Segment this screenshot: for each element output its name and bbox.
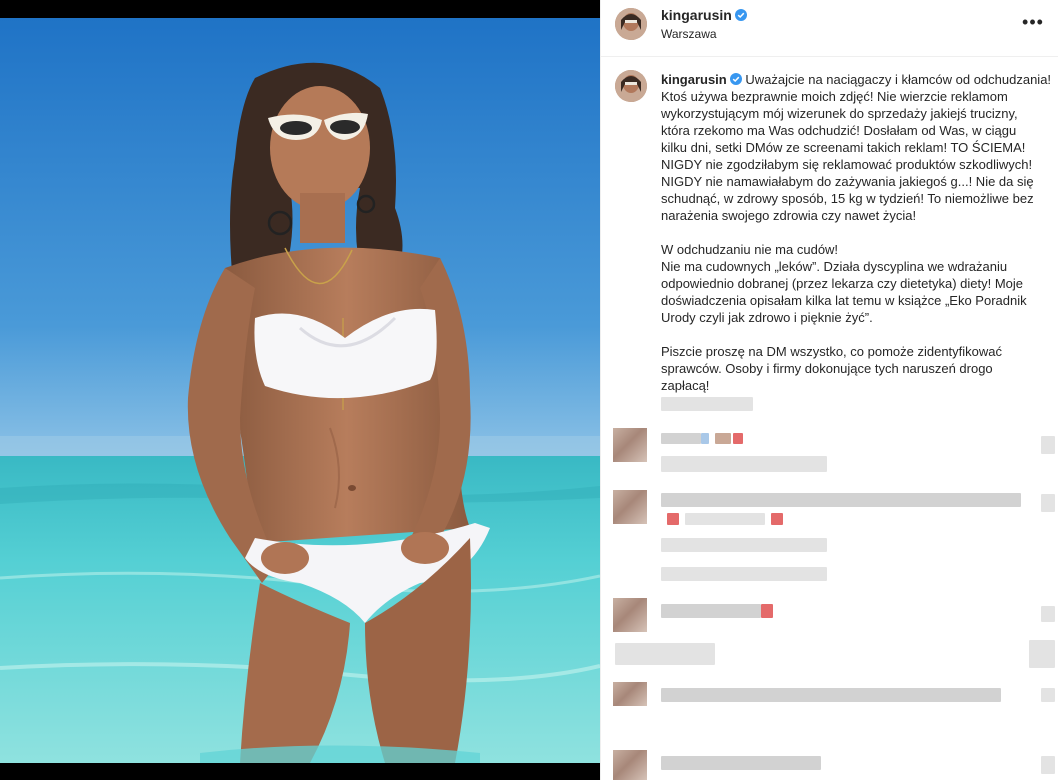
caption-text: Uważajcie na naciągaczy i kłamców od odc…	[745, 72, 1052, 87]
caption-line: W odchudzaniu nie ma cudów!	[661, 242, 839, 257]
post-caption: kingarusin Uważajcie na naciągaczy i kła…	[661, 71, 1051, 394]
commenter-avatar-pixelated[interactable]	[613, 682, 647, 706]
caption-line: Urody czyli jak zdrowo i pięknie żyć”.	[661, 310, 873, 325]
caption-line: NIGDY nie namawiałabym do zażywania jaki…	[661, 174, 1034, 189]
comment-emoji-pixelated	[701, 433, 709, 444]
caption-line: kingarusin Uważajcie na naciągaczy i kła…	[661, 71, 1051, 88]
commenter-avatar-pixelated[interactable]	[613, 490, 647, 524]
comment-like-icon-pixelated[interactable]	[1041, 494, 1055, 512]
caption-username[interactable]: kingarusin	[661, 72, 727, 87]
comment-like-icon-pixelated[interactable]	[1041, 756, 1055, 774]
comment-like-icon-pixelated[interactable]	[1041, 606, 1055, 622]
caption-line: kilku dni, setki DMów ze screenami takic…	[661, 140, 1026, 155]
caption-line: narażenia swojego zdrowia czy nawet życi…	[661, 208, 917, 223]
caption-timestamp-pixelated	[661, 397, 753, 411]
commenter-avatar-pixelated[interactable]	[613, 598, 647, 632]
comment-meta-pixelated	[661, 456, 827, 472]
caption-line: Piszcie proszę na DM wszystko, co pomoże…	[661, 344, 1003, 359]
comment-emoji-pixelated	[733, 433, 743, 444]
caption-line: schudnąć, w zdrowy sposób, 15 kg w tydzi…	[661, 191, 1034, 206]
caption-line: zapłacą!	[661, 378, 710, 393]
username-text[interactable]: kingarusin	[661, 7, 732, 23]
caption-line: która rzekomo ma Was odchudzić! Dosłałam…	[661, 123, 1017, 138]
comment-text-pixelated	[661, 433, 701, 444]
caption-author-avatar[interactable]	[615, 70, 647, 102]
view-replies-pixelated[interactable]	[661, 567, 827, 581]
comment-emoji-pixelated	[761, 604, 773, 618]
post-location[interactable]: Warszawa	[661, 27, 717, 41]
caption-line: Nie ma cudownych „leków”. Działa dyscypl…	[661, 259, 1008, 274]
comment-meta-pixelated	[661, 538, 827, 552]
comment-text-pixelated	[661, 604, 761, 618]
comment-emoji-pixelated	[715, 433, 731, 444]
caption-line: odpowiednio dobranej (przez lekarza czy …	[661, 276, 1024, 291]
comment-text-pixelated	[661, 493, 1021, 507]
post-header: kingarusin Warszawa •••	[601, 0, 1058, 57]
comment-emoji-pixelated	[667, 513, 679, 525]
comment-like-icon-pixelated[interactable]	[1041, 436, 1055, 454]
caption-line: sprawców. Osoby i firmy dokonujące tych …	[661, 361, 993, 376]
caption-line: doświadczenia opisałam kilka lat temu w …	[661, 293, 1027, 308]
commenter-avatar-pixelated[interactable]	[613, 428, 647, 462]
more-options-icon: •••	[1022, 11, 1044, 32]
author-username[interactable]: kingarusin	[661, 7, 747, 25]
post-photo[interactable]	[0, 0, 600, 780]
caption-line: wykorzystującym mój wizerunek do sprzeda…	[661, 106, 1018, 121]
post-side-panel: kingarusin Warszawa ••• kingarusin Uważa…	[600, 0, 1058, 780]
comment-like-icon-pixelated[interactable]	[1029, 640, 1055, 668]
comment-text-pixelated	[685, 513, 765, 525]
comment-emoji-pixelated	[771, 513, 783, 525]
caption-line: Ktoś używa bezprawnie moich zdjęć! Nie w…	[661, 89, 1008, 104]
commenter-avatar-pixelated[interactable]	[613, 750, 647, 780]
verified-badge-icon	[729, 73, 742, 85]
verified-badge-icon	[734, 9, 747, 21]
beach-photo-image	[0, 18, 600, 763]
comment-text-pixelated	[661, 756, 821, 770]
comment-text-pixelated	[661, 688, 1001, 702]
caption-line: NIGDY nie zgodziłabym się reklamować pro…	[661, 157, 1033, 172]
more-options-button[interactable]: •••	[1021, 10, 1045, 34]
author-avatar[interactable]	[615, 8, 647, 40]
comment-like-icon-pixelated[interactable]	[1041, 688, 1055, 702]
comment-meta-pixelated	[615, 643, 715, 665]
